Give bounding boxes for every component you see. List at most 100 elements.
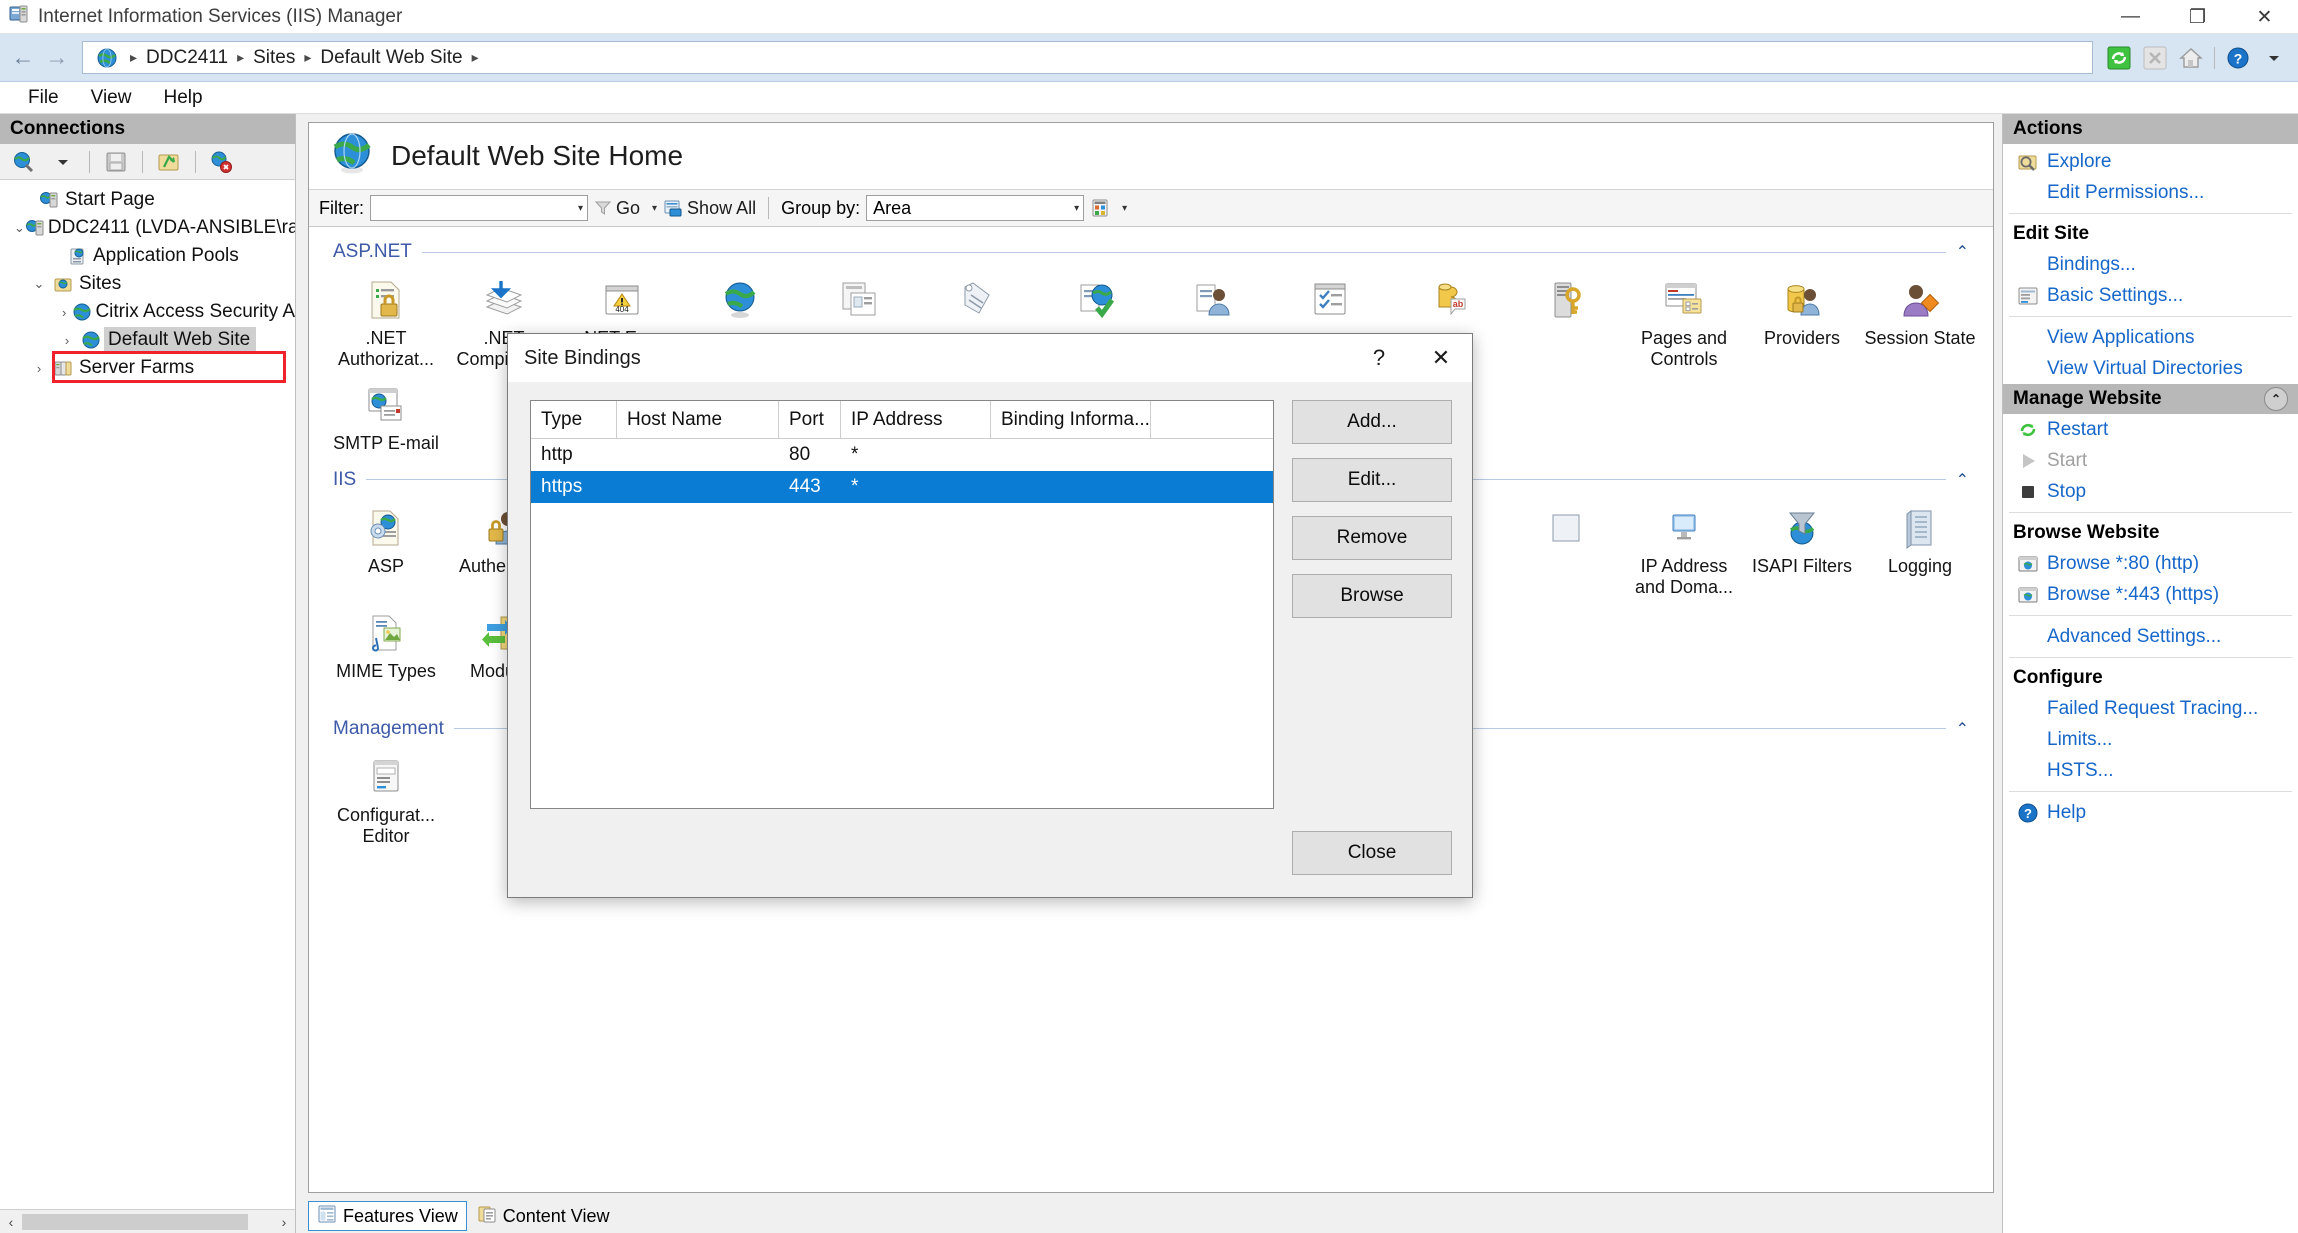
remove-binding-button[interactable]: Remove <box>1292 516 1452 560</box>
minimize-button[interactable]: — <box>2097 0 2164 34</box>
disconnect-icon[interactable] <box>207 147 237 177</box>
net-trust-levels-icon <box>1071 271 1117 323</box>
chevron-up-icon[interactable]: ⌃ <box>1956 242 1969 262</box>
open-folder-icon[interactable] <box>154 147 184 177</box>
menu-file[interactable]: File <box>12 87 75 109</box>
feature-logging[interactable]: Logging <box>1861 493 1979 598</box>
breadcrumb-item-sites[interactable]: Sites <box>249 47 299 69</box>
filter-input[interactable]: ▾ <box>370 195 588 221</box>
column-header-ip-address[interactable]: IP Address <box>841 401 991 438</box>
tree-node-sites[interactable]: ⌄ Sites <box>0 270 295 298</box>
bindings-table[interactable]: Type Host Name Port IP Address Binding I… <box>530 400 1274 809</box>
tab-content-view[interactable]: Content View <box>469 1201 618 1231</box>
feature-net-authorization[interactable]: .NET Authorizat... <box>327 265 445 370</box>
show-all-button[interactable]: Show All <box>663 198 756 219</box>
column-header-port[interactable]: Port <box>779 401 841 438</box>
action-help[interactable]: ? Help <box>2003 797 2298 828</box>
tree-node-default-web-site[interactable]: › Default Web Site <box>0 326 295 354</box>
scroll-left-arrow[interactable]: ‹ <box>0 1214 22 1230</box>
tree-node-server-farms[interactable]: › Server Farms <box>0 354 295 382</box>
refresh-icon[interactable] <box>2104 43 2134 73</box>
action-stop[interactable]: Stop <box>2003 476 2298 507</box>
dialog-help-button[interactable]: ? <box>1348 334 1410 382</box>
scroll-right-arrow[interactable]: › <box>273 1214 295 1230</box>
connections-tree[interactable]: Start Page ⌄ DDC2411 (LVDA-ANSIBLE\ran <box>0 180 295 1209</box>
svg-text:ab: ab <box>1453 299 1464 309</box>
action-advanced-settings[interactable]: Advanced Settings... <box>2003 621 2298 652</box>
table-row[interactable]: https 443 * <box>531 471 1273 503</box>
restore-button[interactable]: ❐ <box>2164 0 2231 34</box>
feature-providers[interactable]: Providers <box>1743 265 1861 370</box>
add-binding-button[interactable]: Add... <box>1292 400 1452 444</box>
tab-features-view[interactable]: Features View <box>308 1201 467 1231</box>
feature-asp[interactable]: ASP <box>327 493 445 598</box>
group-rule <box>422 252 1946 253</box>
back-button[interactable]: ← <box>6 41 40 75</box>
close-button[interactable]: ✕ <box>2231 0 2298 34</box>
group-by-select[interactable]: Area ▾ <box>866 195 1084 221</box>
chevron-down-icon[interactable]: ▾ <box>570 203 583 214</box>
forward-button[interactable]: → <box>40 41 74 75</box>
action-browse-http[interactable]: Browse *:80 (http) <box>2003 548 2298 579</box>
go-button[interactable]: Go ▾ <box>594 198 657 219</box>
scroll-track[interactable] <box>22 1212 273 1232</box>
action-limits[interactable]: Limits... <box>2003 724 2298 755</box>
tree-expander[interactable]: ⌄ <box>14 220 25 236</box>
action-basic-settings[interactable]: Basic Settings... <box>2003 280 2298 311</box>
table-row[interactable]: http 80 * <box>531 439 1273 471</box>
breadcrumb-item-site[interactable]: Default Web Site <box>316 47 466 69</box>
tree-node-application-pools[interactable]: Application Pools <box>0 242 295 270</box>
chevron-up-icon[interactable]: ⌃ <box>1956 719 1969 739</box>
action-restart[interactable]: Restart <box>2003 414 2298 445</box>
scroll-thumb[interactable] <box>22 1214 248 1230</box>
view-mode-button[interactable]: ▾ <box>1090 198 1127 218</box>
column-header-host-name[interactable]: Host Name <box>617 401 779 438</box>
chevron-down-icon[interactable]: ▾ <box>1066 203 1079 214</box>
action-explore[interactable]: Explore <box>2003 146 2298 177</box>
action-label: Restart <box>2043 419 2108 441</box>
feature-mime-types[interactable]: MIME Types <box>327 598 445 703</box>
tree-node-citrix-access-security[interactable]: › Citrix Access Security A <box>0 298 295 326</box>
action-view-applications[interactable]: View Applications <box>2003 322 2298 353</box>
tree-node-start-page[interactable]: Start Page <box>0 186 295 214</box>
column-header-binding-information[interactable]: Binding Informa... <box>991 401 1151 438</box>
menu-help[interactable]: Help <box>147 87 218 109</box>
action-edit-permissions[interactable]: Edit Permissions... <box>2003 177 2298 208</box>
menu-view[interactable]: View <box>75 87 148 109</box>
action-bindings[interactable]: Bindings... <box>2003 249 2298 280</box>
feature-smtp-email[interactable]: SMTP E-mail <box>327 370 445 454</box>
connect-to-icon[interactable] <box>9 147 39 177</box>
feature-ip-address-restrictions[interactable]: IP Address and Doma... <box>1625 493 1743 598</box>
connections-horizontal-scrollbar[interactable]: ‹ › <box>0 1209 295 1233</box>
dialog-close-button[interactable]: ✕ <box>1410 334 1472 382</box>
tree-node-server[interactable]: ⌄ DDC2411 (LVDA-ANSIBLE\ran <box>0 214 295 242</box>
breadcrumb[interactable]: ▸ DDC2411 ▸ Sites ▸ Default Web Site ▸ <box>82 41 2093 74</box>
feature-isapi-filters[interactable]: ISAPI Filters <box>1743 493 1861 598</box>
chevron-down-icon[interactable]: ▾ <box>1114 203 1127 214</box>
chevron-up-icon[interactable]: ⌃ <box>2264 387 2288 411</box>
feature-pages-and-controls[interactable]: Pages and Controls <box>1625 265 1743 370</box>
chevron-down-icon[interactable] <box>48 147 78 177</box>
feature-session-state[interactable]: Session State <box>1861 265 1979 370</box>
help-icon[interactable]: ? <box>2223 43 2253 73</box>
action-view-virtual-directories[interactable]: View Virtual Directories <box>2003 353 2298 384</box>
browse-binding-button[interactable]: Browse <box>1292 574 1452 618</box>
feature-machine-key[interactable] <box>1507 265 1625 370</box>
chevron-down-icon[interactable]: ▾ <box>644 203 657 214</box>
action-browse-https[interactable]: Browse *:443 (https) <box>2003 579 2298 610</box>
close-dialog-button[interactable]: Close <box>1292 831 1452 875</box>
chevron-down-icon[interactable] <box>2259 43 2289 73</box>
tree-expander[interactable]: › <box>28 361 50 376</box>
tree-expander[interactable]: › <box>56 305 72 320</box>
home-icon[interactable] <box>2176 43 2206 73</box>
edit-binding-button[interactable]: Edit... <box>1292 458 1452 502</box>
breadcrumb-item-server[interactable]: DDC2411 <box>142 47 232 69</box>
column-header-type[interactable]: Type <box>531 401 617 438</box>
action-failed-request-tracing[interactable]: Failed Request Tracing... <box>2003 693 2298 724</box>
feature-configuration-editor[interactable]: Configurat... Editor <box>327 742 445 847</box>
chevron-up-icon[interactable]: ⌃ <box>1956 470 1969 490</box>
feature-http-response-headers[interactable] <box>1507 493 1625 598</box>
action-hsts[interactable]: HSTS... <box>2003 755 2298 786</box>
tree-expander[interactable]: ⌄ <box>28 276 50 292</box>
tree-expander[interactable]: › <box>56 333 78 348</box>
